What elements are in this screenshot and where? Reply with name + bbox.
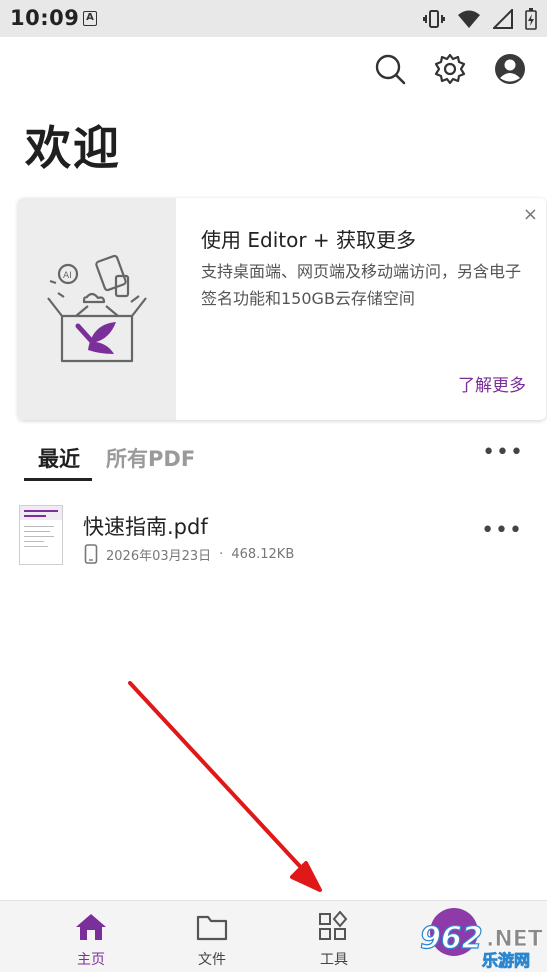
tab-recent[interactable]: 最近	[38, 443, 80, 473]
tools-grid-icon	[317, 911, 351, 943]
vibrate-icon	[423, 10, 445, 28]
file-name: 快速指南.pdf	[83, 515, 208, 539]
top-actions	[373, 52, 527, 86]
phone-icon	[84, 544, 98, 564]
thumbnail-text-line	[24, 536, 54, 537]
watermark-site: 乐游网	[482, 951, 530, 970]
nav-tools-label: 工具	[320, 952, 348, 968]
thumbnail-header	[20, 506, 62, 520]
file-more-button[interactable]: •••	[481, 518, 523, 543]
file-list-item[interactable]: 快速指南.pdf 2026年03月23日 · 468.12KB •••	[0, 500, 547, 572]
battery-charging-icon	[525, 8, 537, 30]
thumbnail-text-line	[24, 546, 48, 547]
svg-text:AI: AI	[63, 271, 72, 281]
search-button[interactable]	[373, 52, 407, 86]
thumbnail-text-line	[24, 531, 50, 532]
file-meta: 2026年03月23日 · 468.12KB	[84, 544, 294, 564]
watermark-number: 962	[420, 921, 483, 956]
more-options-button[interactable]: •••	[482, 440, 524, 465]
promo-card[interactable]: AI × 使用 Editor + 获取更多 支持桌面端、网页端及移动端访问，另含…	[18, 198, 546, 420]
nav-files[interactable]: 文件	[182, 911, 242, 969]
pdf-thumbnail	[19, 505, 63, 565]
status-bar: 10:09 A	[0, 0, 547, 37]
tab-bar: 最近 所有PDF •••	[24, 438, 524, 482]
folder-icon	[195, 911, 229, 943]
page-title: 欢迎	[25, 121, 121, 175]
keyboard-a-icon: A	[83, 11, 97, 26]
nav-tools[interactable]: 工具	[304, 911, 364, 969]
status-icons	[423, 8, 537, 30]
promo-illustration: AI	[18, 198, 176, 420]
nav-home-label: 主页	[77, 952, 105, 968]
account-button[interactable]	[493, 52, 527, 86]
meta-separator: ·	[219, 546, 224, 562]
thumbnail-title-line	[24, 510, 58, 512]
thumbnail-text-line	[24, 526, 54, 527]
nav-files-label: 文件	[198, 952, 226, 968]
promo-title: 使用 Editor + 获取更多	[201, 228, 417, 252]
wifi-icon	[458, 10, 480, 28]
gear-icon	[434, 53, 466, 85]
status-time: 10:09	[10, 6, 80, 30]
learn-more-link[interactable]: 了解更多	[458, 371, 526, 396]
file-date: 2026年03月23日	[106, 548, 212, 564]
file-size: 468.12KB	[231, 546, 295, 562]
promo-description: 支持桌面端、网页端及移动端访问，另含电子签名功能和150GB云存储空间	[201, 262, 522, 308]
home-icon	[74, 911, 108, 943]
gift-box-icon: AI	[47, 254, 147, 363]
red-arrow-annotation	[128, 681, 322, 892]
thumbnail-text-line	[24, 541, 44, 542]
watermark-domain: .NET	[486, 927, 543, 952]
account-icon	[495, 54, 525, 84]
tab-all-pdf[interactable]: 所有PDF	[106, 443, 195, 473]
close-icon[interactable]: ×	[523, 206, 538, 224]
nav-home[interactable]: 主页	[61, 911, 121, 969]
signal-icon	[493, 9, 513, 29]
site-watermark-logo: 962 .NET 乐游网	[419, 908, 543, 970]
search-icon	[375, 54, 406, 85]
thumbnail-title-line	[24, 515, 46, 517]
tab-underline	[24, 478, 92, 481]
settings-button[interactable]	[433, 52, 467, 86]
